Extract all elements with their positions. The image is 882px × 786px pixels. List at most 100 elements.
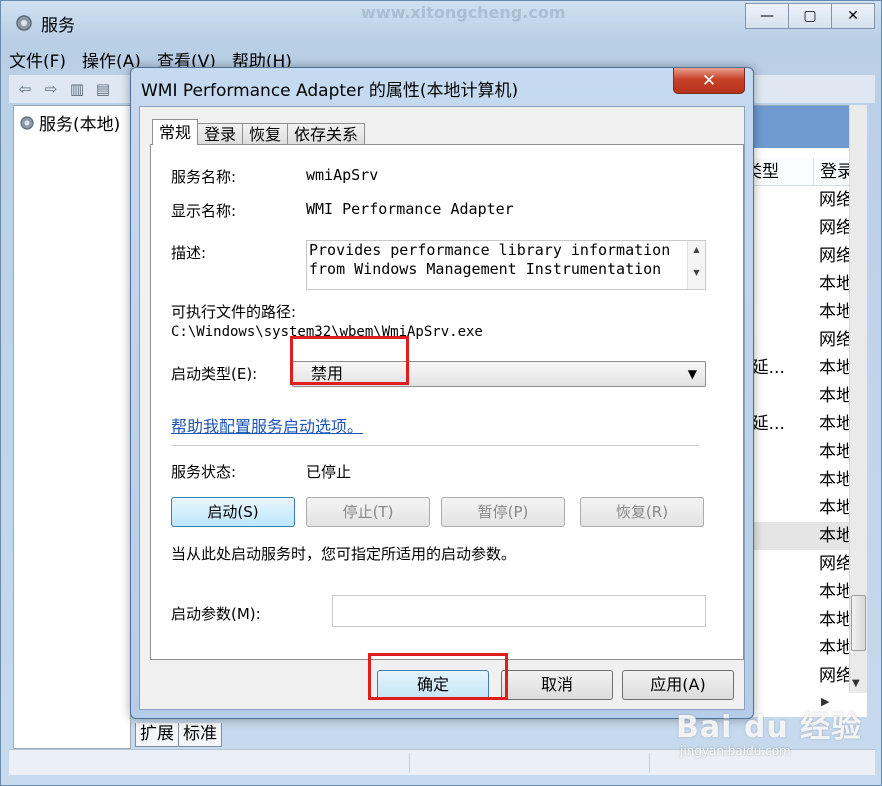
- description-scrollbar[interactable]: ▲ ▼: [687, 241, 705, 289]
- display-name-value: WMI Performance Adapter: [306, 200, 514, 218]
- services-gear-icon: [20, 115, 34, 130]
- dialog-tabs: 常规 登录 恢复 依存关系: [152, 119, 366, 145]
- service-row-login: 本地: [819, 498, 849, 518]
- resume-button[interactable]: 恢复(R): [580, 497, 704, 527]
- path-label: 可执行文件的路径:: [171, 303, 297, 321]
- service-name-label: 服务名称:: [171, 168, 237, 186]
- service-row-login: 本地: [819, 610, 849, 630]
- service-row[interactable]: 本地: [741, 578, 849, 606]
- startup-type-label: 启动类型(E):: [171, 365, 258, 383]
- dropdown-arrow-icon: ▼: [687, 367, 697, 381]
- service-row-login: 本地: [819, 358, 849, 378]
- service-row-login: 本地: [819, 526, 849, 546]
- list-scrollbar[interactable]: ▼: [849, 105, 867, 693]
- start-params-input[interactable]: [332, 595, 706, 627]
- back-arrow-icon[interactable]: ⇦: [15, 80, 35, 98]
- dialog-title: WMI Performance Adapter 的属性(本地计算机): [141, 81, 519, 101]
- service-row[interactable]: (延... 本地: [741, 354, 849, 382]
- pause-button[interactable]: 暂停(P): [441, 497, 565, 527]
- scroll-down-icon[interactable]: ▼: [852, 678, 860, 689]
- service-row[interactable]: 本地: [741, 382, 849, 410]
- service-row-login: 本地: [819, 302, 849, 322]
- menu-file[interactable]: 文件(F): [9, 47, 66, 72]
- start-button[interactable]: 启动(S): [171, 497, 295, 527]
- service-row[interactable]: 网络: [741, 550, 849, 578]
- service-row[interactable]: 网络: [741, 326, 849, 354]
- service-status-value: 已停止: [306, 463, 352, 481]
- service-row-login: 本地: [819, 582, 849, 602]
- service-row[interactable]: 本地: [741, 270, 849, 298]
- dialog-close-button[interactable]: ✕: [673, 68, 745, 94]
- close-icon: ✕: [701, 70, 717, 91]
- description-label: 描述:: [171, 244, 207, 262]
- service-row[interactable]: 本地: [741, 466, 849, 494]
- description-text: Provides performance library information…: [309, 241, 671, 278]
- tab-recovery[interactable]: 恢复: [242, 123, 289, 145]
- service-row-login: 本地: [819, 442, 849, 462]
- start-params-hint: 当从此处启动服务时，您可指定所适用的启动参数。: [171, 545, 517, 563]
- help-configure-link[interactable]: 帮助我配置服务启动选项。: [171, 413, 363, 437]
- window-title-bar: 服务: [13, 9, 75, 37]
- watermark-url: jingyan.baidu.com: [680, 744, 791, 758]
- service-name-value: wmiApSrv: [306, 166, 379, 184]
- maximize-button[interactable]: ▢: [788, 3, 832, 29]
- tab-logon[interactable]: 登录: [197, 123, 244, 145]
- scrollbar-thumb[interactable]: [851, 595, 866, 651]
- tree-item-services-local[interactable]: 服务(本地): [18, 110, 120, 135]
- tab-general[interactable]: 常规: [152, 119, 199, 145]
- start-params-label: 启动参数(M):: [171, 605, 261, 623]
- minimize-icon: —: [760, 8, 774, 24]
- url-watermark: www.xitongcheng.com: [361, 3, 566, 22]
- window-title: 服务: [41, 15, 75, 36]
- service-row[interactable]: 本地: [741, 634, 849, 662]
- service-row[interactable]: 网络: [741, 662, 849, 690]
- tab-dependencies[interactable]: 依存关系: [287, 123, 366, 145]
- view-tabs: 扩展 标准: [135, 723, 222, 747]
- properties-icon[interactable]: ▤: [93, 80, 113, 98]
- services-gear-icon: [16, 15, 32, 31]
- service-row-login: 本地: [819, 470, 849, 490]
- service-row[interactable]: 网络: [741, 186, 849, 214]
- forward-arrow-icon[interactable]: ⇨: [41, 80, 61, 98]
- show-tree-icon[interactable]: ▥: [67, 80, 87, 98]
- tree-item-label: 服务(本地): [39, 115, 121, 135]
- service-row-login: 网络: [819, 666, 849, 686]
- tab-extended[interactable]: 扩展: [135, 723, 179, 747]
- stop-button[interactable]: 停止(T): [306, 497, 430, 527]
- service-row[interactable]: 本地: [741, 494, 849, 522]
- service-row-login: 网络: [819, 554, 849, 574]
- close-window-button[interactable]: ✕: [831, 3, 875, 29]
- scroll-down-icon[interactable]: ▼: [688, 268, 705, 277]
- general-tab-panel: 服务名称: wmiApSrv 显示名称: WMI Performance Ada…: [150, 144, 744, 660]
- watermark-logo: Bai du 经验: [676, 710, 863, 745]
- scroll-up-icon[interactable]: ▲: [688, 245, 705, 254]
- service-row-login: 网络: [819, 218, 849, 238]
- console-tree: 服务(本地): [13, 105, 131, 749]
- tab-standard[interactable]: 标准: [178, 723, 222, 747]
- properties-dialog: WMI Performance Adapter 的属性(本地计算机) ✕ 常规 …: [130, 67, 754, 719]
- service-row-login: 本地: [819, 414, 849, 434]
- description-box[interactable]: Provides performance library information…: [306, 240, 706, 290]
- service-status-label: 服务状态:: [171, 463, 237, 481]
- highlight-ok-button: [368, 653, 508, 700]
- dialog-body: 常规 登录 恢复 依存关系 服务名称: wmiApSrv 显示名称: WMI P…: [139, 106, 745, 710]
- window-caption-buttons: — ▢ ✕: [745, 3, 875, 29]
- service-row-login: 本地: [819, 638, 849, 658]
- service-row[interactable]: 本地: [741, 298, 849, 326]
- highlight-startup-type: [290, 336, 409, 385]
- service-row[interactable]: 网络: [741, 214, 849, 242]
- service-row[interactable]: 网络: [741, 242, 849, 270]
- maximize-icon: ▢: [803, 8, 817, 24]
- cancel-button[interactable]: 取消: [501, 670, 613, 700]
- service-row[interactable]: 本地: [741, 606, 849, 634]
- service-row-login: 网络: [819, 330, 849, 350]
- close-icon: ✕: [847, 8, 859, 24]
- service-row[interactable]: (延... 本地: [741, 410, 849, 438]
- service-row[interactable]: 本地: [741, 438, 849, 466]
- service-row[interactable]: 本地: [741, 522, 849, 550]
- divider: [171, 445, 699, 446]
- baidu-watermark: Bai du 经验 jingyan.baidu.com: [676, 692, 876, 762]
- minimize-button[interactable]: —: [745, 3, 789, 29]
- service-row-login: 网络: [819, 246, 849, 266]
- display-name-label: 显示名称:: [171, 202, 237, 220]
